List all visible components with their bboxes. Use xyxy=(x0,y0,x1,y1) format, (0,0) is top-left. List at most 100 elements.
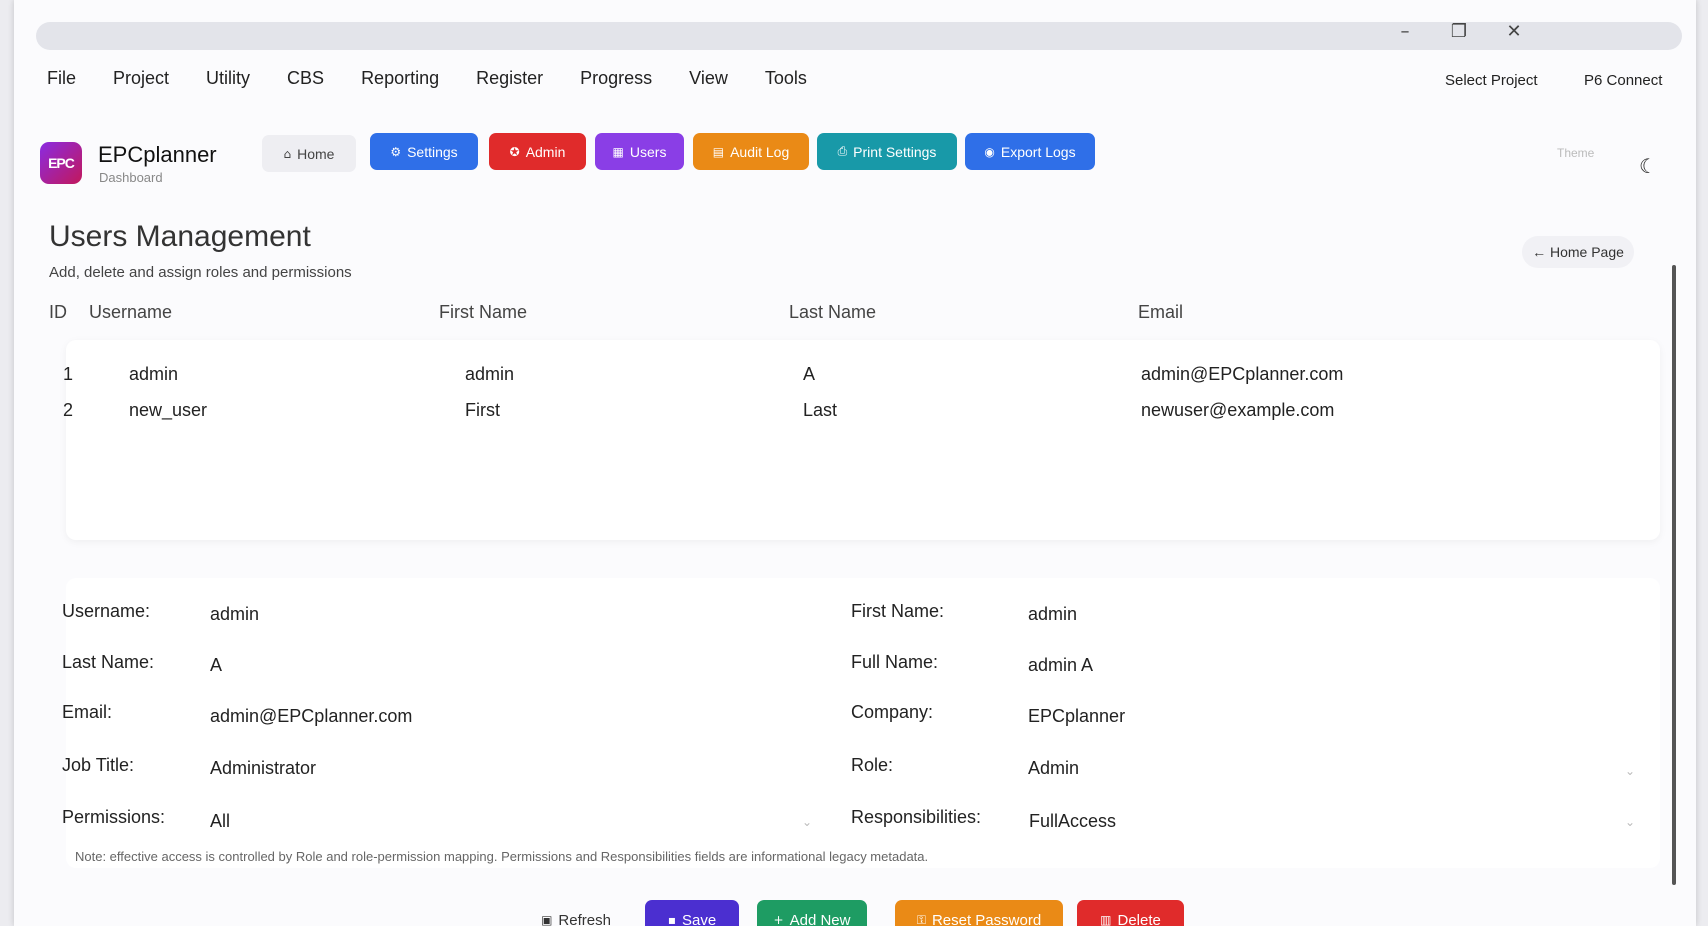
email-label: Email: xyxy=(62,702,113,722)
users-button[interactable]: ▦ Users xyxy=(595,133,684,170)
cell-first-name: First xyxy=(465,400,500,420)
p6-connect-link[interactable]: P6 Connect xyxy=(1584,72,1662,89)
delete-button[interactable]: ▥ Delete xyxy=(1077,900,1184,926)
add-new-button-label: Add New xyxy=(789,911,851,926)
settings-button[interactable]: ⚙ Settings xyxy=(370,133,478,170)
home-page-button[interactable]: ← Home Page xyxy=(1522,236,1634,268)
audit-log-button[interactable]: ▤ Audit Log xyxy=(693,133,809,170)
menu-project[interactable]: Project xyxy=(113,66,169,90)
access-note: Note: effective access is controlled by … xyxy=(75,849,929,864)
users-button-label: Users xyxy=(629,143,667,160)
cell-username: new_user xyxy=(129,400,208,420)
cell-first-name: admin xyxy=(465,364,515,384)
username-label: Username: xyxy=(62,601,151,621)
save-icon: ▪ xyxy=(667,913,676,926)
column-header-id[interactable]: ID xyxy=(49,302,67,323)
cell-last-name: A xyxy=(803,364,816,384)
audit-log-button-label: Audit Log xyxy=(730,143,790,160)
username-field[interactable]: admin xyxy=(210,604,259,625)
menu-cbs[interactable]: CBS xyxy=(287,66,324,90)
page-subtitle: Add, delete and assign roles and permiss… xyxy=(49,264,352,281)
refresh-icon: ▣ xyxy=(541,913,553,926)
cell-id: 1 xyxy=(63,364,74,384)
menu-progress[interactable]: Progress xyxy=(580,66,652,90)
add-new-button[interactable]: + Add New xyxy=(757,900,867,926)
column-header-first-name[interactable]: First Name xyxy=(439,302,527,323)
permissions-label: Permissions: xyxy=(62,807,166,827)
save-button-label: Save xyxy=(681,911,717,926)
home-button[interactable]: ⌂ Home xyxy=(262,135,356,172)
admin-button-label: Admin xyxy=(525,143,566,160)
menu-bar: File Project Utility CBS Reporting Regis… xyxy=(47,66,844,90)
key-icon: ⚿ xyxy=(916,912,926,926)
cell-id: 2 xyxy=(63,400,74,420)
reset-password-button-label: Reset Password xyxy=(931,911,1042,926)
settings-button-label: Settings xyxy=(407,143,458,160)
close-icon[interactable]: ✕ xyxy=(1500,18,1528,46)
cell-username: admin xyxy=(129,364,179,384)
minimize-icon[interactable]: – xyxy=(1391,18,1419,46)
role-select[interactable]: Admin xyxy=(1028,758,1079,779)
last-name-label: Last Name: xyxy=(62,652,155,672)
permissions-select[interactable]: All xyxy=(210,811,230,832)
chevron-down-icon[interactable]: ⌄ xyxy=(1625,815,1635,829)
responsibilities-select[interactable]: FullAccess xyxy=(1029,811,1116,832)
home-icon: ⌂ xyxy=(283,146,292,161)
cell-email: admin@EPCplanner.com xyxy=(1141,364,1344,384)
save-button[interactable]: ▪ Save xyxy=(645,900,739,926)
company-label: Company: xyxy=(851,702,934,722)
trash-icon: ▥ xyxy=(1100,913,1112,926)
refresh-button[interactable]: ▣ Refresh xyxy=(527,900,625,926)
moon-icon[interactable]: ☾ xyxy=(1634,152,1662,180)
role-label: Role: xyxy=(851,755,894,775)
plus-icon: + xyxy=(773,913,784,926)
menu-register[interactable]: Register xyxy=(476,66,543,90)
column-header-last-name[interactable]: Last Name xyxy=(789,302,876,323)
export-logs-button-label: Export Logs xyxy=(1000,143,1076,160)
title-bar[interactable] xyxy=(36,22,1682,50)
chevron-down-icon[interactable]: ⌄ xyxy=(1625,764,1635,778)
menu-view[interactable]: View xyxy=(689,66,728,90)
clipboard-icon: ▤ xyxy=(712,144,725,159)
users-icon: ▦ xyxy=(612,144,624,159)
column-header-username[interactable]: Username xyxy=(89,302,172,323)
page-title: Users Management xyxy=(49,220,311,253)
column-header-email[interactable]: Email xyxy=(1138,302,1183,323)
last-name-field[interactable]: A xyxy=(210,655,222,676)
app-window: – ❐ ✕ File Project Utility CBS Reporting… xyxy=(14,0,1696,926)
chevron-down-icon[interactable]: ⌄ xyxy=(802,815,812,829)
menu-tools[interactable]: Tools xyxy=(765,66,807,90)
full-name-field[interactable]: admin A xyxy=(1028,655,1093,676)
responsibilities-label: Responsibilities: xyxy=(851,807,982,827)
admin-icon: ✪ xyxy=(509,144,520,159)
home-page-button-label: ← Home Page xyxy=(1532,244,1624,260)
print-settings-button[interactable]: ⎙ Print Settings xyxy=(817,133,957,170)
printer-icon: ⎙ xyxy=(837,144,848,158)
company-field[interactable]: EPCplanner xyxy=(1028,706,1125,727)
print-settings-button-label: Print Settings xyxy=(853,143,937,160)
reset-password-button[interactable]: ⚿ Reset Password xyxy=(895,900,1063,926)
admin-button[interactable]: ✪ Admin xyxy=(489,133,586,170)
select-project-link[interactable]: Select Project xyxy=(1445,72,1538,89)
export-logs-button[interactable]: ◉ Export Logs xyxy=(965,133,1095,170)
app-name: EPCplanner xyxy=(98,142,217,167)
gear-icon: ⚙ xyxy=(390,144,402,159)
menu-reporting[interactable]: Reporting xyxy=(361,66,439,90)
menu-file[interactable]: File xyxy=(47,66,76,90)
delete-button-label: Delete xyxy=(1117,911,1161,926)
home-button-label: Home xyxy=(297,145,335,162)
restore-icon[interactable]: ❐ xyxy=(1445,18,1473,46)
cell-email: newuser@example.com xyxy=(1141,400,1335,420)
menu-utility[interactable]: Utility xyxy=(206,66,250,90)
scrollbar[interactable] xyxy=(1672,265,1676,885)
theme-label: Theme xyxy=(1557,146,1595,160)
job-title-label: Job Title: xyxy=(62,755,135,775)
first-name-label: First Name: xyxy=(851,601,945,621)
users-table xyxy=(66,340,1660,540)
first-name-field[interactable]: admin xyxy=(1028,604,1077,625)
job-title-field[interactable]: Administrator xyxy=(210,758,316,779)
app-logo: EPC xyxy=(40,142,82,184)
email-field[interactable]: admin@EPCplanner.com xyxy=(210,706,412,727)
cell-last-name: Last xyxy=(803,400,838,420)
app-subtitle: Dashboard xyxy=(99,170,163,185)
